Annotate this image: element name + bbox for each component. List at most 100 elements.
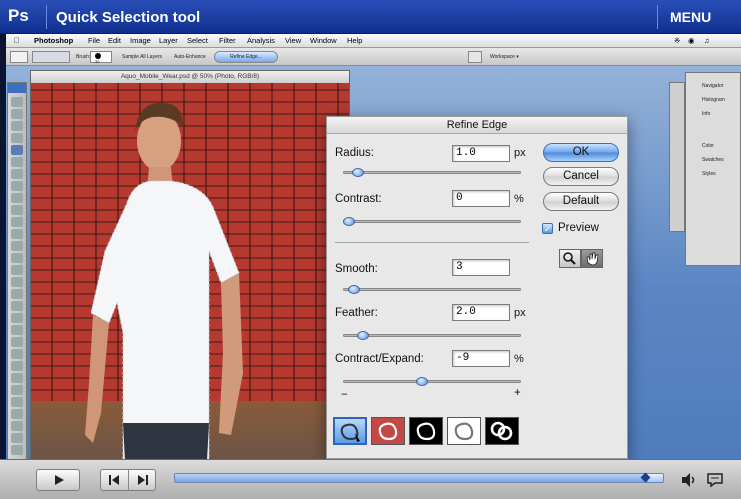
radius-slider-track[interactable] bbox=[343, 171, 521, 174]
feather-field[interactable]: 2.0 bbox=[452, 304, 510, 321]
toolbox-tool-icon[interactable] bbox=[11, 157, 23, 167]
toolbox-tool-icon[interactable] bbox=[11, 169, 23, 179]
document-window: Aquo_Mobile_Wear.psd @ 50% (Photo, RGB/8… bbox=[30, 70, 350, 459]
toolbox-tool-icon[interactable] bbox=[11, 229, 23, 239]
contract-expand-field[interactable]: -9 bbox=[452, 350, 510, 367]
radius-field[interactable]: 1.0 bbox=[452, 145, 510, 162]
mask-mode-icon[interactable] bbox=[485, 417, 519, 445]
volume-menu-icon[interactable]: ♫ bbox=[704, 36, 710, 45]
toolbox-tool-icon[interactable] bbox=[11, 133, 23, 143]
toolbox-tool-icon[interactable] bbox=[11, 97, 23, 107]
panel-styles[interactable]: Styles bbox=[702, 171, 716, 177]
on-black-mode-icon[interactable] bbox=[409, 417, 443, 445]
contrast-slider-track[interactable] bbox=[343, 220, 521, 223]
smooth-slider-track[interactable] bbox=[343, 288, 521, 291]
toolbox-tool-icon[interactable] bbox=[11, 145, 23, 155]
volume-icon[interactable] bbox=[680, 472, 698, 488]
menu-item-window[interactable]: Window bbox=[310, 36, 337, 45]
captions-icon[interactable] bbox=[706, 472, 724, 488]
panel-dock-icons[interactable] bbox=[669, 82, 685, 232]
toolbox-tool-icon[interactable] bbox=[11, 217, 23, 227]
panel-navigator[interactable]: Navigator bbox=[702, 83, 723, 89]
menu-item-layer[interactable]: Layer bbox=[159, 36, 178, 45]
refine-edge-button[interactable]: Refine Edge... bbox=[214, 51, 278, 63]
previous-chapter-icon[interactable] bbox=[101, 470, 128, 490]
toolbox-tool-icon[interactable] bbox=[11, 421, 23, 431]
toolbox-tool-icon[interactable] bbox=[11, 193, 23, 203]
panel-info[interactable]: Info bbox=[702, 111, 710, 117]
zoom-tool-icon[interactable] bbox=[559, 249, 581, 268]
preview-checkbox[interactable]: ✓ bbox=[542, 223, 553, 234]
toolbox-tool-icon[interactable] bbox=[11, 301, 23, 311]
toolbox-tool-icon[interactable] bbox=[11, 373, 23, 383]
toolbox-tool-icon[interactable] bbox=[11, 337, 23, 347]
toolbox-tool-icon[interactable] bbox=[11, 253, 23, 263]
cancel-button[interactable]: Cancel bbox=[543, 167, 619, 186]
toolbox-tool-icon[interactable] bbox=[11, 409, 23, 419]
workspace-button[interactable]: Workspace ▾ bbox=[490, 54, 519, 60]
feather-slider-track[interactable] bbox=[343, 334, 521, 337]
on-white-mode-icon[interactable] bbox=[447, 417, 481, 445]
contrast-field[interactable]: 0 bbox=[452, 190, 510, 207]
toolbox-tool-icon[interactable] bbox=[11, 445, 23, 455]
contract-expand-slider-thumb[interactable] bbox=[415, 377, 428, 386]
toolbox-tool-icon[interactable] bbox=[11, 277, 23, 287]
apple-icon[interactable]:  bbox=[14, 36, 20, 45]
sample-all-layers-checkbox[interactable]: Sample All Layers bbox=[122, 54, 162, 60]
standard-mode-icon[interactable] bbox=[333, 417, 367, 445]
toolbox-tool-icon[interactable] bbox=[11, 205, 23, 215]
toolbox-header bbox=[8, 83, 26, 93]
video-frame: Ps Quick Selection tool MENU  Photoshop… bbox=[0, 0, 741, 499]
toolbox-tool-icon[interactable] bbox=[11, 181, 23, 191]
progress-bar[interactable] bbox=[174, 472, 664, 483]
toolbox-tool-icon[interactable] bbox=[11, 397, 23, 407]
toolbox-tool-icon[interactable] bbox=[11, 361, 23, 371]
menu-item-select[interactable]: Select bbox=[187, 36, 208, 45]
toolbox-tool-icon[interactable] bbox=[11, 121, 23, 131]
contract-expand-slider-track[interactable] bbox=[343, 380, 521, 383]
panel-swatches[interactable]: Swatches bbox=[702, 157, 724, 163]
contrast-slider-thumb[interactable] bbox=[343, 217, 355, 226]
menu-item-analysis[interactable]: Analysis bbox=[247, 36, 275, 45]
bluetooth-icon[interactable]: ※ bbox=[674, 36, 680, 45]
default-button[interactable]: Default bbox=[543, 192, 619, 211]
menu-item-image[interactable]: Image bbox=[130, 36, 151, 45]
hand-tool-icon[interactable] bbox=[581, 249, 603, 268]
menu-item-filter[interactable]: Filter bbox=[219, 36, 236, 45]
menu-button[interactable]: MENU bbox=[670, 9, 711, 25]
radius-slider-thumb[interactable] bbox=[351, 168, 364, 177]
auto-enhance-checkbox[interactable]: Auto-Enhance bbox=[174, 54, 206, 60]
toolbox-tool-icon[interactable] bbox=[11, 325, 23, 335]
toolbox-tool-icon[interactable] bbox=[11, 313, 23, 323]
menu-item-view[interactable]: View bbox=[285, 36, 301, 45]
toolbox-tool-icon[interactable] bbox=[11, 265, 23, 275]
toolbox-tool-icon[interactable] bbox=[11, 385, 23, 395]
title-divider bbox=[46, 5, 47, 29]
ok-button[interactable]: OK bbox=[543, 143, 619, 162]
smooth-slider-thumb[interactable] bbox=[348, 285, 361, 294]
player-controls bbox=[0, 459, 741, 499]
brush-picker[interactable]: 30 bbox=[90, 51, 112, 64]
toolbox-tool-icon[interactable] bbox=[11, 289, 23, 299]
radius-unit: px bbox=[514, 147, 526, 159]
quick-mask-mode-icon[interactable] bbox=[371, 417, 405, 445]
play-button[interactable] bbox=[36, 469, 80, 491]
panel-color[interactable]: Color bbox=[702, 143, 714, 149]
selection-mode-buttons[interactable] bbox=[32, 51, 70, 63]
photo-canvas[interactable] bbox=[31, 83, 349, 459]
toolbox-tool-icon[interactable] bbox=[11, 109, 23, 119]
next-chapter-icon[interactable] bbox=[129, 470, 156, 490]
menu-app-photoshop[interactable]: Photoshop bbox=[34, 36, 73, 45]
panel-histogram[interactable]: Histogram bbox=[702, 97, 725, 103]
toolbox-tool-icon[interactable] bbox=[11, 241, 23, 251]
feather-slider-thumb[interactable] bbox=[357, 331, 370, 340]
toolbox-tool-icon[interactable] bbox=[11, 349, 23, 359]
toolbox-tool-icon[interactable] bbox=[11, 433, 23, 443]
tool-preset-picker[interactable] bbox=[10, 51, 28, 63]
menu-item-help[interactable]: Help bbox=[347, 36, 362, 45]
smooth-field[interactable]: 3 bbox=[452, 259, 510, 276]
menu-item-edit[interactable]: Edit bbox=[108, 36, 121, 45]
wifi-icon[interactable]: ◉ bbox=[688, 36, 695, 45]
camera-icon[interactable] bbox=[468, 51, 482, 63]
menu-item-file[interactable]: File bbox=[88, 36, 100, 45]
